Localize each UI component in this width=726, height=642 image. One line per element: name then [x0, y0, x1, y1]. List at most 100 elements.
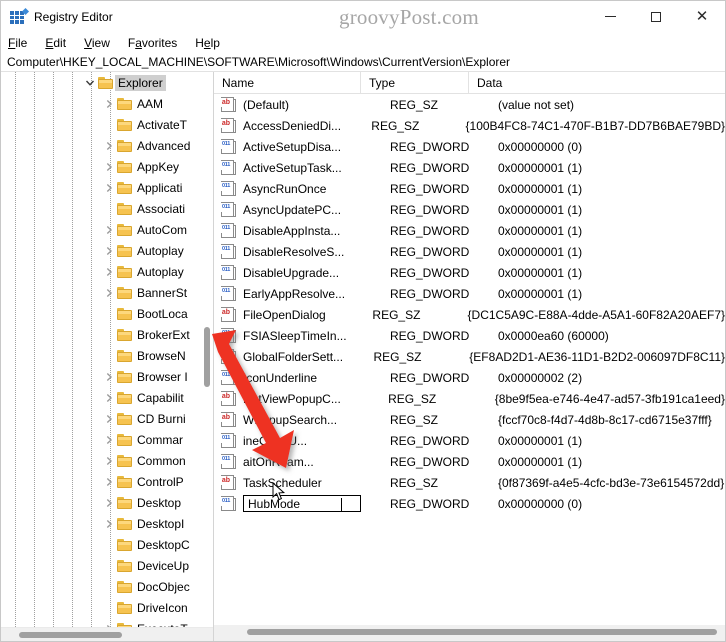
column-header-name[interactable]: Name: [214, 72, 361, 93]
table-row[interactable]: ab GlobalFolderSett... REG_SZ {EF8AD2D1-AE3…: [214, 346, 725, 367]
menu-item-label: vorites: [141, 35, 178, 50]
tree-item-brokerext[interactable]: BrokerExt: [1, 324, 213, 345]
tree-item-browsen[interactable]: BrowseN: [1, 345, 213, 366]
chevron-right-icon[interactable]: [101, 180, 117, 196]
tree-item-desktopc[interactable]: DesktopC: [1, 534, 213, 555]
tree-item-appkey[interactable]: AppKey: [1, 156, 213, 177]
value-data: 0x00000001 (1): [498, 223, 583, 238]
tree-item-associati[interactable]: Associati: [1, 198, 213, 219]
table-row[interactable]: 011 ActiveSetupTask... REG_DWORD 0x00000001…: [214, 157, 725, 178]
tree-item-bootloca[interactable]: BootLoca: [1, 303, 213, 324]
tree-item-autocom[interactable]: AutoCom: [1, 219, 213, 240]
tree-vertical-scrollbar[interactable]: [204, 327, 212, 387]
menu-item-label: ile: [15, 35, 28, 50]
tree-item-common[interactable]: Common: [1, 450, 213, 471]
tree-item-label: Capabilit: [137, 390, 184, 405]
table-row[interactable]: 011 ActiveSetupDisa... REG_DWORD 0x00000000…: [214, 136, 725, 157]
table-row-editing[interactable]: 011 HubMode REG_DWORD 0x00000000 (0): [214, 493, 725, 514]
table-row[interactable]: 011 IconUnderline REG_DWORD 0x00000002 (2): [214, 367, 725, 388]
chevron-right-icon[interactable]: [101, 264, 117, 280]
tree-item-desktop[interactable]: Desktop: [1, 492, 213, 513]
chevron-right-icon[interactable]: [101, 474, 117, 490]
folder-icon: [117, 433, 133, 447]
tree-item-explorer[interactable]: Explorer: [1, 72, 213, 93]
tree-item-aam[interactable]: AAM: [1, 93, 213, 114]
tree-item-executet[interactable]: ExecuteT: [1, 618, 213, 627]
value-data: 0x00000001 (1): [498, 181, 583, 196]
chevron-right-icon[interactable]: [101, 243, 117, 259]
tree-horizontal-scrollbar[interactable]: [1, 627, 213, 641]
chevron-right-icon[interactable]: [101, 159, 117, 175]
table-row[interactable]: 011 aitOnRoam... REG_DWORD 0x00000001 (1): [214, 451, 725, 472]
tree-item-autoplay[interactable]: Autoplay: [1, 261, 213, 282]
chevron-right-icon[interactable]: [101, 285, 117, 301]
folder-icon: [117, 286, 133, 300]
list-rows[interactable]: ab (Default) REG_SZ (value not set) ab Access…: [214, 94, 725, 625]
tree-item-activatet[interactable]: ActivateT: [1, 114, 213, 135]
tree-item-label: DeviceUp: [137, 558, 190, 573]
value-name: (Default): [243, 97, 290, 112]
minimize-button[interactable]: [587, 1, 633, 32]
table-row[interactable]: ab AccessDeniedDi... REG_SZ {100B4FC8-74C1-…: [214, 115, 725, 136]
tree-item-label: BannerSt: [137, 285, 188, 300]
table-row[interactable]: 011 FSIASleepTimeIn... REG_DWORD 0x0000ea60…: [214, 325, 725, 346]
reg-sz-icon: ab: [220, 348, 238, 365]
tree-scroll-area[interactable]: Explorer AAM ActivateT Advanced AppKey Applic…: [1, 72, 213, 627]
chevron-right-icon[interactable]: [101, 138, 117, 154]
menu-item-help[interactable]: Help: [195, 36, 229, 50]
close-button[interactable]: ✕: [679, 1, 725, 32]
tree-item-desktopi[interactable]: DesktopI: [1, 513, 213, 534]
table-row[interactable]: ab WPopupSearch... REG_SZ {fccf70c8-f4d7-4d…: [214, 409, 725, 430]
tree-item-autoplay[interactable]: Autoplay: [1, 240, 213, 261]
chevron-right-icon[interactable]: [101, 432, 117, 448]
menu-item-favorites[interactable]: Favorites: [128, 36, 186, 50]
reg-dword-icon: 011: [220, 138, 238, 155]
chevron-right-icon[interactable]: [101, 222, 117, 238]
tree-item-controlp[interactable]: ControlP: [1, 471, 213, 492]
table-row[interactable]: ab (Default) REG_SZ (value not set): [214, 94, 725, 115]
menu-item-view[interactable]: View: [84, 36, 119, 50]
column-header-data[interactable]: Data: [469, 72, 725, 93]
column-header-type[interactable]: Type: [361, 72, 469, 93]
tree-item-commar[interactable]: Commar: [1, 429, 213, 450]
tree-item-docobjec[interactable]: DocObjec: [1, 576, 213, 597]
chevron-right-icon[interactable]: [101, 369, 117, 385]
tree-item-driveicon[interactable]: DriveIcon: [1, 597, 213, 618]
value-name-input[interactable]: HubMode: [243, 495, 361, 512]
table-row[interactable]: 011 DisableResolveS... REG_DWORD 0x00000001…: [214, 241, 725, 262]
table-row[interactable]: ab FileOpenDialog REG_SZ {DC1C5A9C-E88A-4dd…: [214, 304, 725, 325]
tree-item-bannerst[interactable]: BannerSt: [1, 282, 213, 303]
tree-item-browser-i[interactable]: Browser I: [1, 366, 213, 387]
table-row[interactable]: 011 EarlyAppResolve... REG_DWORD 0x00000001…: [214, 283, 725, 304]
list-horizontal-scrollbar[interactable]: [214, 625, 725, 641]
chevron-right-icon[interactable]: [101, 390, 117, 406]
chevron-right-icon[interactable]: [101, 516, 117, 532]
chevron-right-icon[interactable]: [101, 96, 117, 112]
value-data: 0x0000ea60 (60000): [498, 328, 609, 343]
table-row[interactable]: 011 ineOobeU... REG_DWORD 0x00000001 (1): [214, 430, 725, 451]
chevron-right-icon[interactable]: [101, 495, 117, 511]
tree-item-applicati[interactable]: Applicati: [1, 177, 213, 198]
tree-item-deviceup[interactable]: DeviceUp: [1, 555, 213, 576]
maximize-button[interactable]: [633, 1, 679, 32]
value-data: {100B4FC8-74C1-470F-B1B7-DD7B6BAE79BD}: [465, 118, 725, 133]
table-row[interactable]: ab TaskScheduler REG_SZ {0f87369f-a4e5-4cfc…: [214, 472, 725, 493]
menu-item-file[interactable]: File: [8, 36, 36, 50]
table-row[interactable]: ab ListViewPopupC... REG_SZ {8be9f5ea-e746-…: [214, 388, 725, 409]
table-row[interactable]: 011 AsyncUpdatePC... REG_DWORD 0x00000001 (…: [214, 199, 725, 220]
table-row[interactable]: 011 DisableUpgrade... REG_DWORD 0x00000001 …: [214, 262, 725, 283]
chevron-right-icon[interactable]: [101, 453, 117, 469]
tree-item-cd-burni[interactable]: CD Burni: [1, 408, 213, 429]
value-data: {EF8AD2D1-AE36-11D1-B2D2-006097DF8C11}: [469, 349, 725, 364]
table-row[interactable]: 011 AsyncRunOnce REG_DWORD 0x00000001 (1): [214, 178, 725, 199]
menu-accelerator: V: [84, 35, 92, 50]
address-bar[interactable]: Computer\HKEY_LOCAL_MACHINE\SOFTWARE\Mic…: [1, 53, 725, 72]
reg-dword-icon: 011: [220, 180, 238, 197]
chevron-right-icon[interactable]: [101, 411, 117, 427]
table-row[interactable]: 011 DisableAppInsta... REG_DWORD 0x00000001…: [214, 220, 725, 241]
menu-item-edit[interactable]: Edit: [45, 36, 75, 50]
chevron-down-icon[interactable]: [82, 75, 98, 91]
tree-item-advanced[interactable]: Advanced: [1, 135, 213, 156]
tree-item-capabilit[interactable]: Capabilit: [1, 387, 213, 408]
value-name: DisableUpgrade...: [243, 265, 340, 280]
